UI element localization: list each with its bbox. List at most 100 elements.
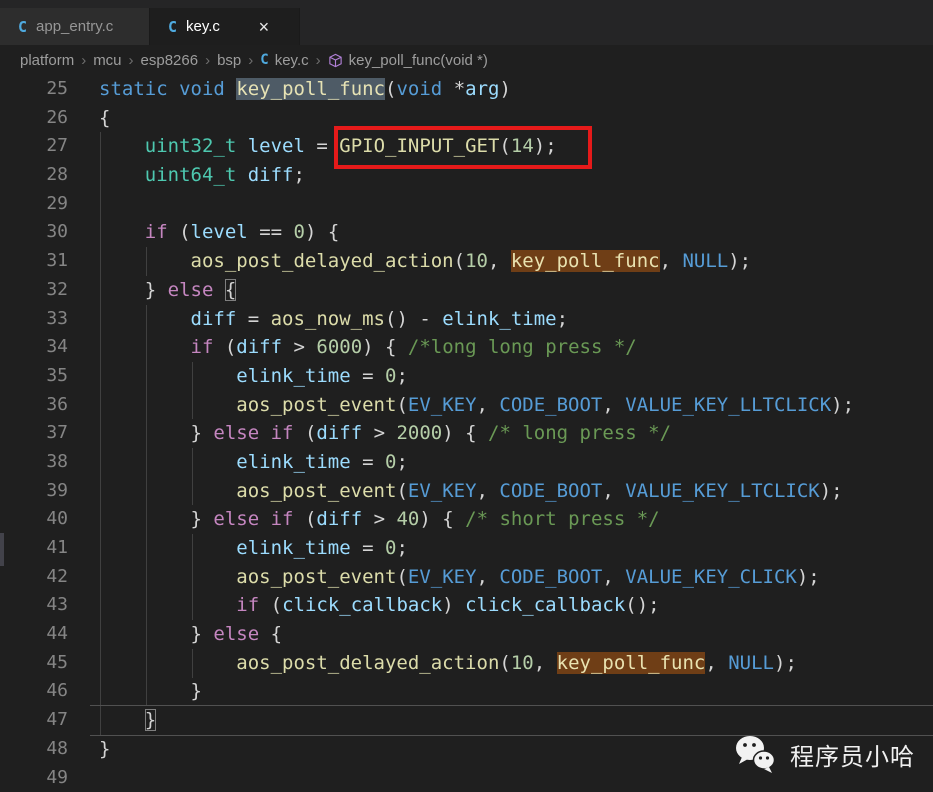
wechat-icon (734, 734, 776, 774)
line-number[interactable]: 36 (0, 391, 68, 420)
line-number[interactable]: 44 (0, 620, 68, 649)
line-content: if (level == 0) { (68, 218, 339, 247)
line-content: aos_post_delayed_action(10, key_poll_fun… (68, 649, 797, 678)
code-line-37[interactable]: 37 } else if (diff > 2000) { /* long pre… (0, 419, 933, 448)
line-content: if (click_callback) click_callback(); (68, 591, 660, 620)
line-number[interactable]: 33 (0, 305, 68, 334)
line-number[interactable]: 39 (0, 477, 68, 506)
left-edge-marker (0, 533, 4, 566)
line-number[interactable]: 28 (0, 161, 68, 190)
line-number[interactable]: 30 (0, 218, 68, 247)
line-content: } else { (68, 276, 236, 305)
breadcrumb-item-esp8266[interactable]: esp8266 (141, 52, 199, 69)
line-content: diff = aos_now_ms() - elink_time; (68, 305, 568, 334)
line-number[interactable]: 42 (0, 563, 68, 592)
watermark-text: 程序员小哈 (790, 737, 915, 772)
chevron-right-icon: › (248, 52, 253, 69)
watermark: 程序员小哈 (734, 734, 915, 774)
code-line-25[interactable]: 25static void key_poll_func(void *arg) (0, 75, 933, 104)
line-content: aos_post_event(EV_KEY, CODE_BOOT, VALUE_… (68, 477, 843, 506)
tab-label: key.c (186, 18, 220, 35)
code-line-40[interactable]: 40 } else if (diff > 40) { /* short pres… (0, 505, 933, 534)
c-file-icon: C (18, 18, 27, 36)
tab-label: app_entry.c (36, 18, 113, 35)
breadcrumb-label: esp8266 (141, 52, 199, 69)
line-content: uint32_t level = GPIO_INPUT_GET(14); (68, 132, 557, 161)
breadcrumb-item-key_poll_funcvoid[interactable]: key_poll_func(void *) (328, 52, 488, 69)
symbol-method-icon (328, 53, 343, 68)
line-number[interactable]: 25 (0, 75, 68, 104)
code-editor[interactable]: 25static void key_poll_func(void *arg)26… (0, 75, 933, 792)
breadcrumb-label: platform (20, 52, 74, 69)
breadcrumb-item-mcu[interactable]: mcu (93, 52, 121, 69)
line-content (68, 764, 99, 792)
code-line-31[interactable]: 31 aos_post_delayed_action(10, key_poll_… (0, 247, 933, 276)
code-line-42[interactable]: 42 aos_post_event(EV_KEY, CODE_BOOT, VAL… (0, 563, 933, 592)
line-number[interactable]: 43 (0, 591, 68, 620)
code-line-39[interactable]: 39 aos_post_event(EV_KEY, CODE_BOOT, VAL… (0, 477, 933, 506)
chevron-right-icon: › (205, 52, 210, 69)
line-number[interactable]: 31 (0, 247, 68, 276)
line-content: { (68, 104, 110, 133)
breadcrumb-item-key.c[interactable]: Ckey.c (260, 52, 308, 69)
code-line-30[interactable]: 30 if (level == 0) { (0, 218, 933, 247)
line-number[interactable]: 40 (0, 505, 68, 534)
code-line-26[interactable]: 26{ (0, 104, 933, 133)
code-line-29[interactable]: 29 (0, 190, 933, 219)
code-lines: 25static void key_poll_func(void *arg)26… (0, 75, 933, 792)
breadcrumb-item-platform[interactable]: platform (20, 52, 74, 69)
code-line-43[interactable]: 43 if (click_callback) click_callback(); (0, 591, 933, 620)
line-content: static void key_poll_func(void *arg) (68, 75, 511, 104)
code-line-36[interactable]: 36 aos_post_event(EV_KEY, CODE_BOOT, VAL… (0, 391, 933, 420)
line-number[interactable]: 49 (0, 764, 68, 792)
line-content: } else { (68, 620, 282, 649)
line-number[interactable]: 34 (0, 333, 68, 362)
line-content: uint64_t diff; (68, 161, 305, 190)
chevron-right-icon: › (316, 52, 321, 69)
line-content: elink_time = 0; (68, 362, 408, 391)
line-content: aos_post_delayed_action(10, key_poll_fun… (68, 247, 751, 276)
breadcrumb: platform › mcu › esp8266 › bsp › Ckey.c › key_poll… (0, 45, 933, 75)
line-number[interactable]: 29 (0, 190, 68, 219)
line-number[interactable]: 41 (0, 534, 68, 563)
breadcrumb-label: bsp (217, 52, 241, 69)
c-file-icon: C (260, 52, 268, 68)
code-line-28[interactable]: 28 uint64_t diff; (0, 161, 933, 190)
line-content: } (68, 735, 110, 764)
tab-app_entry.c[interactable]: Capp_entry.c (0, 8, 150, 45)
line-content (68, 190, 99, 219)
code-line-32[interactable]: 32 } else { (0, 276, 933, 305)
line-number[interactable]: 26 (0, 104, 68, 133)
code-line-46[interactable]: 46 } (0, 677, 933, 706)
tab-key.c[interactable]: Ckey.c × (150, 8, 300, 45)
chevron-right-icon: › (129, 52, 134, 69)
breadcrumb-label: key.c (275, 52, 309, 69)
line-number[interactable]: 37 (0, 419, 68, 448)
line-number[interactable]: 32 (0, 276, 68, 305)
code-line-38[interactable]: 38 elink_time = 0; (0, 448, 933, 477)
line-content: elink_time = 0; (68, 448, 408, 477)
vscode-window: Capp_entry.cCkey.c× platform›mcu›esp8266… (0, 0, 933, 792)
line-content: } else if (diff > 40) { /* short press *… (68, 505, 660, 534)
code-line-27[interactable]: 27 uint32_t level = GPIO_INPUT_GET(14); (0, 132, 933, 161)
code-line-35[interactable]: 35 elink_time = 0; (0, 362, 933, 391)
line-number[interactable]: 46 (0, 677, 68, 706)
line-number[interactable]: 47 (0, 706, 68, 735)
code-line-44[interactable]: 44 } else { (0, 620, 933, 649)
chevron-right-icon: › (81, 52, 86, 69)
line-content: } (68, 677, 202, 706)
code-line-47[interactable]: 47 } (0, 706, 933, 735)
close-icon[interactable]: × (254, 18, 274, 36)
line-number[interactable]: 45 (0, 649, 68, 678)
code-line-33[interactable]: 33 diff = aos_now_ms() - elink_time; (0, 305, 933, 334)
breadcrumb-item-bsp[interactable]: bsp (217, 52, 241, 69)
code-line-34[interactable]: 34 if (diff > 6000) { /*long long press … (0, 333, 933, 362)
code-line-41[interactable]: 41 elink_time = 0; (0, 534, 933, 563)
c-file-icon: C (168, 18, 177, 36)
line-number[interactable]: 27 (0, 132, 68, 161)
code-line-45[interactable]: 45 aos_post_delayed_action(10, key_poll_… (0, 649, 933, 678)
line-number[interactable]: 48 (0, 735, 68, 764)
line-number[interactable]: 35 (0, 362, 68, 391)
tab-bar: Capp_entry.cCkey.c× (0, 0, 933, 45)
line-number[interactable]: 38 (0, 448, 68, 477)
